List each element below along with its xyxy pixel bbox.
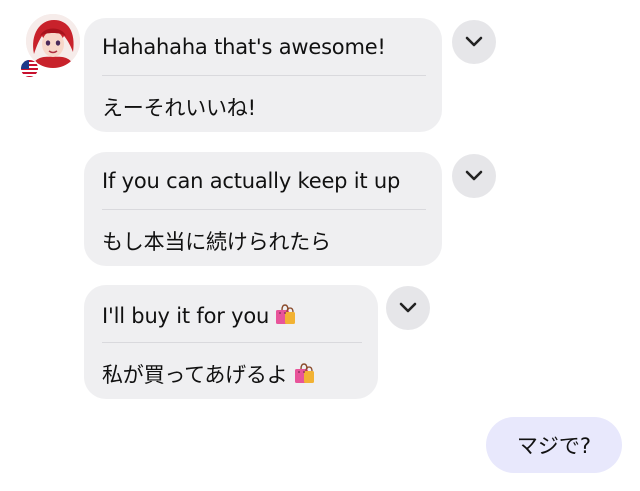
message-bubble[interactable]: Hahahaha that's awesome! えーそれいいね! bbox=[84, 18, 442, 132]
message-translation-text: もし本当に続けられたら bbox=[102, 230, 331, 254]
chevron-down-icon bbox=[399, 302, 417, 313]
sender-avatar[interactable] bbox=[20, 14, 80, 78]
translation-divider bbox=[102, 75, 426, 76]
expand-button[interactable] bbox=[386, 286, 430, 330]
message-bubble[interactable]: I'll buy it for you 私が買ってあげるよ bbox=[84, 285, 378, 399]
message-translation-line: 私が買ってあげるよ bbox=[102, 359, 366, 390]
outgoing-message-bubble[interactable]: マジで? bbox=[486, 417, 622, 473]
translation-divider bbox=[102, 209, 426, 210]
message-original-text: If you can actually keep it up bbox=[102, 169, 401, 193]
shopping-bags-icon bbox=[292, 361, 316, 390]
shopping-bags-icon bbox=[273, 302, 297, 331]
expand-button[interactable] bbox=[452, 154, 496, 198]
message-original-text: I'll buy it for you bbox=[102, 304, 270, 328]
message-original-text: Hahahaha that's awesome! bbox=[102, 35, 386, 59]
message-bubble[interactable]: If you can actually keep it up もし本当に続けられ… bbox=[84, 152, 442, 266]
chevron-down-icon bbox=[465, 170, 483, 181]
translation-divider bbox=[102, 342, 362, 343]
outgoing-message-text: マジで? bbox=[516, 434, 592, 458]
message-original-line: I'll buy it for you bbox=[102, 302, 366, 331]
message-translation-text: 私が買ってあげるよ bbox=[102, 363, 288, 387]
chevron-down-icon bbox=[465, 36, 483, 47]
message-translation-text: えーそれいいね! bbox=[102, 96, 256, 120]
us-flag-icon bbox=[20, 59, 39, 78]
expand-button[interactable] bbox=[452, 20, 496, 64]
